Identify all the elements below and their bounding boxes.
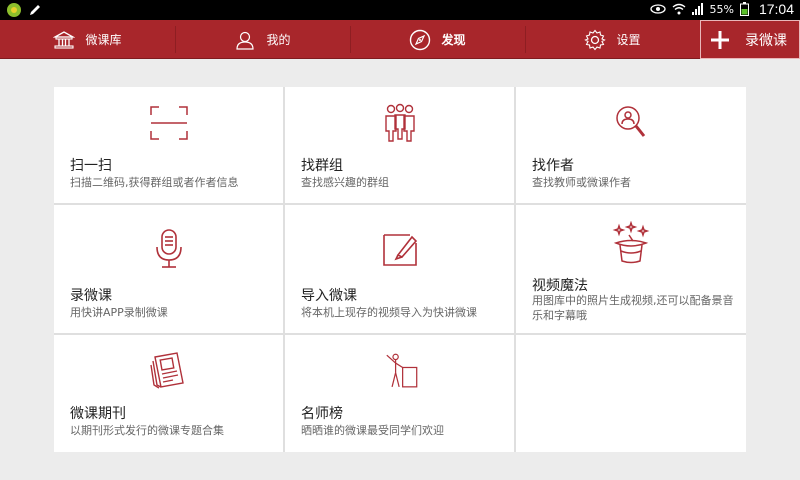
import-icon [378, 227, 422, 271]
compass-icon [409, 29, 431, 51]
clock: 17:04 [758, 1, 794, 17]
grid-item-desc: 以期刊形式发行的微课专题合集 [70, 424, 224, 437]
grid-item-title: 录微课 [70, 288, 112, 304]
status-right: 55% 17:04 [649, 1, 794, 17]
grid-item-journal[interactable]: 微课期刊 以期刊形式发行的微课专题合集 [54, 335, 283, 452]
podium-icon [378, 349, 422, 393]
battery-percent: 55% [709, 2, 734, 16]
grid-item-import[interactable]: 导入微课 将本机上现存的视频导入为快讲微课 [285, 205, 514, 333]
grid-item-desc: 晒晒谁的微课最受同学们欢迎 [301, 424, 444, 437]
grid-item-scan[interactable]: 扫一扫 扫描二维码,获得群组或者作者信息 [54, 87, 283, 203]
tab-library-label: 微课库 [85, 33, 122, 47]
tab-mine[interactable]: 我的 [175, 20, 350, 59]
grid-item-title: 扫一扫 [70, 158, 112, 174]
status-left [6, 2, 42, 18]
magazine-icon [147, 349, 191, 393]
grid-item-title: 找作者 [532, 158, 574, 174]
grid-item-desc: 查找感兴趣的群组 [301, 176, 389, 189]
group-icon [378, 101, 422, 145]
user-icon [234, 29, 256, 51]
tab-discover-label: 发现 [441, 33, 466, 47]
grid-item-title: 找群组 [301, 158, 343, 174]
grid-item-desc: 扫描二维码,获得群组或者作者信息 [70, 176, 239, 189]
grid-item-find-author[interactable]: 找作者 查找教师或微课作者 [516, 87, 746, 203]
scan-icon [147, 101, 191, 145]
plus-icon [709, 29, 731, 51]
record-lesson-label: 录微课 [745, 32, 787, 49]
gear-icon [584, 29, 607, 51]
battery-icon [739, 2, 749, 16]
grid-item-video-magic[interactable]: 视频魔法 用图库中的照片生成视频,还可以配备景音乐和字幕哦 [516, 205, 746, 333]
tab-mine-label: 我的 [266, 33, 291, 47]
grid-item-title: 微课期刊 [70, 406, 126, 422]
discover-grid: 扫一扫 扫描二维码,获得群组或者作者信息 找群组 查找感兴趣的群组 找作者 查找… [54, 87, 746, 452]
status-bar: 55% 17:04 [0, 0, 800, 20]
microphone-icon [147, 227, 191, 271]
grid-item-desc: 将本机上现存的视频导入为快讲微课 [301, 306, 477, 319]
grid-item-record[interactable]: 录微课 用快讲APP录制微课 [54, 205, 283, 333]
tab-library[interactable]: 微课库 [0, 20, 175, 59]
app-notification-icon [7, 3, 21, 17]
library-icon [53, 29, 76, 51]
eye-icon [649, 4, 666, 14]
grid-item-top-teachers[interactable]: 名师榜 晒晒谁的微课最受同学们欢迎 [285, 335, 514, 452]
pencil-icon [30, 5, 40, 15]
tab-settings[interactable]: 设置 [525, 20, 700, 59]
magic-hat-icon [609, 221, 653, 265]
grid-item-desc: 用快讲APP录制微课 [70, 306, 168, 319]
record-lesson-button[interactable]: 录微课 [700, 20, 800, 59]
grid-item-find-group[interactable]: 找群组 查找感兴趣的群组 [285, 87, 514, 203]
grid-item-title: 导入微课 [301, 288, 357, 304]
grid-item-empty [516, 335, 746, 452]
grid-item-title: 名师榜 [301, 406, 343, 422]
grid-item-desc: 用图库中的照片生成视频,还可以配备景音乐和字幕哦 [532, 294, 734, 322]
signal-icon [691, 3, 703, 15]
grid-item-title: 视频魔法 [532, 278, 588, 294]
tab-discover[interactable]: 发现 [350, 20, 525, 59]
author-search-icon [609, 101, 653, 145]
grid-item-desc: 查找教师或微课作者 [532, 176, 631, 189]
wifi-icon [672, 3, 685, 15]
tab-settings-label: 设置 [616, 33, 641, 47]
top-nav-bar: 微课库 我的 发现 设置 [0, 20, 800, 59]
